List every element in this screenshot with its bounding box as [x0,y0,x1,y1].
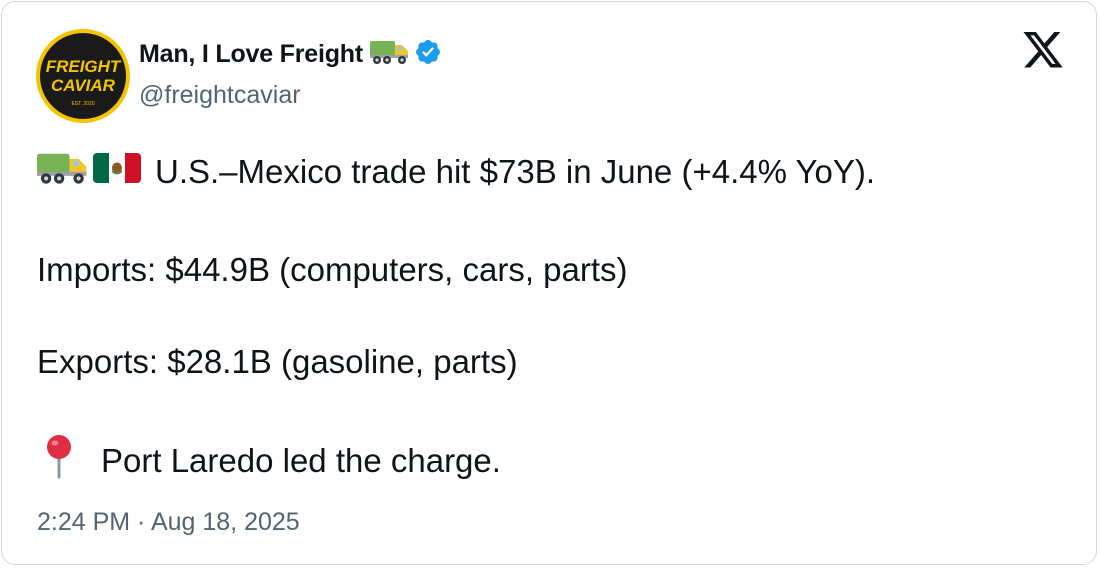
tweet-line-3: Exports: $28.1B (gasoline, parts) [37,343,518,380]
avatar-line2: CAVIAR [51,76,116,95]
truck-icon [370,39,410,70]
x-logo-icon[interactable] [1021,32,1065,72]
display-name[interactable]: Man, I Love Freight [139,40,363,69]
author-name-row[interactable]: Man, I Love Freight [139,37,442,71]
tweet-card: FREIGHT CAVIAR EST. 2020 Man, I Love Fre… [1,1,1097,565]
tweet-line-2: Imports: $44.9B (computers, cars, parts) [37,251,628,288]
tweet-line-4-text: Port Laredo led the charge. [101,442,501,479]
round-pushpin-icon [37,433,81,489]
tweet-line-4: Port Laredo led the charge. [37,433,501,489]
author-handle[interactable]: @freightcaviar [139,81,301,110]
tweet-line-1-text: U.S.–Mexico trade hit $73B in June (+4.4… [155,153,876,190]
avatar[interactable]: FREIGHT CAVIAR EST. 2020 [35,28,131,124]
tweet-timestamp[interactable]: 2:24 PM · Aug 18, 2025 [37,508,300,537]
tweet-line-1: U.S.–Mexico trade hit $73B in June (+4.4… [37,150,875,194]
verified-badge-icon[interactable] [414,38,442,71]
truck-icon [37,151,89,193]
avatar-est: EST. 2020 [71,101,94,107]
avatar-line1: FREIGHT [46,57,122,76]
mexico-flag-icon [93,151,141,193]
